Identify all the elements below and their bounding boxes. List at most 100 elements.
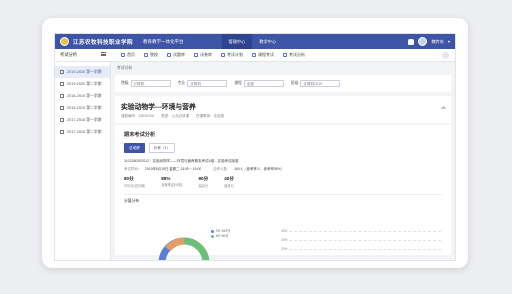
document-icon [60,94,64,98]
term-label: 2017-2018 第一学期 [67,117,102,122]
filter-class: 班级 计算机2019 [291,80,341,87]
stat-label: 及格率(百分制) [161,183,183,187]
chart-legend: 90~100分 80~90分 [211,229,230,239]
plan-icon [221,53,225,57]
stat-value: 80分 [124,176,134,181]
school-logo-icon [60,37,69,46]
filter-label: 课程 [234,81,242,85]
breadcrumb: 考试分析 [117,66,133,70]
term-label: 2019-2020 第一学期 [67,69,102,74]
module-course-exam[interactable]: 课程考试 [252,52,274,58]
filter-college: 院级 计算机 [121,80,171,87]
gridline [289,240,441,241]
divider [124,194,442,195]
nav-management-center[interactable]: 管理中心 [221,34,253,49]
course-title: 实验动物学---环境与营养 [121,104,196,111]
chevron-down-icon[interactable]: ▾ [448,39,450,44]
attendance-value: 160人（参考率人，参考率98%） [234,167,284,171]
filter-major: 专业 计算机 [178,80,228,87]
sidebar-term-item[interactable]: 2018-2019 第一学期 [55,90,110,102]
stat-value: 40分 [224,176,234,181]
legend-dot [211,234,214,238]
analysis-icon [283,53,287,57]
legend-dot [211,229,214,233]
sidebar-term-item[interactable]: 2018-2019 第二学期 [55,102,110,114]
course-select[interactable]: 全部 [243,80,284,87]
filter-label: 专业 [177,81,186,85]
sidebar-term-item[interactable]: 2019-2020 第一学期 [55,66,110,78]
term-label: 2017-2018 第二学期 [67,129,102,134]
tab-total-score[interactable]: 总成绩 [124,143,145,153]
filter-course: 课程 全部 [234,80,284,87]
avatar[interactable] [418,37,428,46]
module-paper-bank[interactable]: 试卷库 [194,52,212,58]
user-name[interactable]: 魏传东 [431,39,444,45]
school-icon [144,53,148,57]
home-icon [121,53,125,57]
app-screen: 江苏农牧科技职业学院 教育教学一体化平台 管理中心 教学中心 魏传东 ▾ 考试分… [54,33,456,261]
stat-label: 平均分(百分制) [124,184,146,188]
distribution-title: 分值分布 [124,199,140,203]
document-icon [60,106,64,110]
module-label: 试题库 [173,52,185,57]
menu-icon[interactable] [101,52,106,56]
major-select[interactable]: 计算机 [187,80,228,87]
module-label: 首页 [127,52,135,57]
legend-item: 80~90分 [211,234,230,239]
course-exam-icon [252,53,256,57]
more-icon[interactable] [442,51,449,59]
module-home[interactable]: 首页 [121,52,135,58]
document-icon [60,70,64,74]
legend-label: 90~100分 [216,229,231,233]
class-select[interactable]: 计算机2019 [300,80,341,87]
exam-identifier: 1102180302012｜实验动物学——环境与营养期末考试A卷 - 实验考试阅… [124,159,239,163]
nav-teaching-center[interactable]: 教学中心 [252,34,283,49]
section-title: 考试分析 [60,52,78,57]
stat-label: 最低分 [224,184,234,188]
exam-date-label: 考试时间： [124,167,141,171]
school-name: 江苏农牧科技职业学院 [73,39,134,46]
term-label: 2019-2020 第二学期 [67,81,102,86]
stat-label: 最高分 [198,184,209,188]
college-select[interactable]: 计算机 [130,80,171,87]
term-sidebar: 2019-2020 第一学期 2019-2020 第二学期 2018-2019 … [55,62,111,260]
exam-info: 考试时间： 2019年6月18日 星期二 13:00 ~ 15:00 应考人数：… [124,166,442,171]
stat-highest: 90分最高分 [199,176,209,188]
stat-value: 85% [161,176,171,181]
sidebar-term-item[interactable]: 2019-2020 第二学期 [55,78,110,90]
filter-bar: 院级 计算机 专业 计算机 课程 全部 班级 计算机2019 [115,75,451,92]
analysis-title: 期末考试分析 [124,132,156,138]
donut-segment-green [183,237,210,260]
attendance-label: 应考人数： [213,167,231,171]
score-stats: 80分平均分(百分制) 85% 及格率(百分制) 90分最高分 40分最低分 [124,176,442,188]
top-navbar: 江苏农牧科技职业学院 教育教学一体化平台 管理中心 教学中心 魏传东 ▾ [55,34,455,49]
y-tick-label: 20% [281,247,288,251]
course-card: 实验动物学---环境与营养 课程编号：18030206 类型：公共必修课 任课教… [115,96,451,123]
module-question-bank[interactable]: 试题库 [167,52,185,58]
document-icon [60,130,64,134]
module-exam-plan[interactable]: 考试计划 [221,52,243,58]
module-label: 院校 [150,52,158,57]
tab-makeup-exam[interactable]: 补考（1） [148,143,176,153]
gridline [289,249,441,250]
filter-label: 班级 [290,81,299,85]
stat-average: 80分平均分(百分制) [124,176,145,188]
sidebar-term-item[interactable]: 2017-2018 第一学期 [55,114,110,126]
question-bank-icon [167,53,171,57]
section-header: 考试分析 [55,52,111,58]
secondary-toolbar: 考试分析 首页 院校 试题库 试卷库 考试计划 课程考试 考试分析 [55,49,455,62]
exam-analysis-panel: 期末考试分析 总成绩 补考（1） 1102180302012｜实验动物学——环境… [115,125,451,260]
exam-date: 2019年6月18日 星期二 13:00 ~ 15:00 [144,167,202,171]
platform-name: 教育教学一体化平台 [143,38,184,44]
module-exam-analysis[interactable]: 考试分析 [283,52,305,58]
device-frame: 江苏农牧科技职业学院 教育教学一体化平台 管理中心 教学中心 魏传东 ▾ 考试分… [42,18,468,268]
module-label: 课程考试 [258,52,274,57]
module-school[interactable]: 院校 [144,52,158,58]
sidebar-term-item[interactable]: 2017-2018 第二学期 [55,126,110,138]
gridline [289,231,441,232]
analysis-tabs: 总成绩 补考（1） [124,143,442,153]
term-label: 2018-2019 第一学期 [67,93,102,98]
paper-bank-icon [194,53,198,57]
stat-value: 90分 [198,176,209,181]
bell-icon[interactable] [408,38,415,45]
